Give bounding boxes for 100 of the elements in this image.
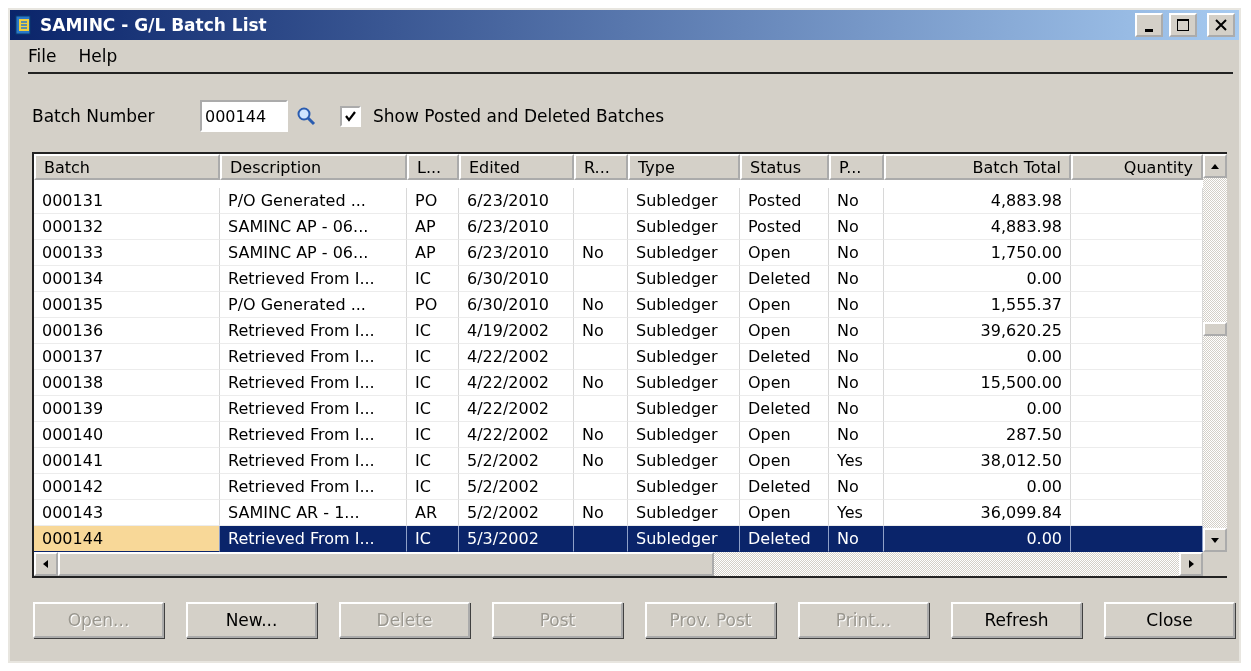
table-cell[interactable]: Posted: [740, 214, 829, 240]
table-cell[interactable]: 000136: [34, 318, 220, 344]
table-cell[interactable]: 15,500.00: [884, 370, 1071, 396]
table-cell[interactable]: Retrieved From I...: [220, 474, 407, 500]
table-cell[interactable]: [1071, 500, 1203, 526]
table-cell[interactable]: IC: [407, 448, 459, 474]
table-cell[interactable]: 000141: [34, 448, 220, 474]
table-cell[interactable]: 0.00: [884, 474, 1071, 500]
table-cell[interactable]: Open: [740, 292, 829, 318]
table-cell[interactable]: No: [829, 526, 884, 552]
table-cell[interactable]: Subledger: [628, 422, 740, 448]
table-cell[interactable]: [1071, 318, 1203, 344]
table-cell[interactable]: 000131: [34, 188, 220, 214]
vertical-scrollbar[interactable]: [1203, 154, 1227, 552]
close-button[interactable]: [1207, 13, 1235, 37]
table-cell[interactable]: SAMINC AR - 1...: [220, 500, 407, 526]
table-cell[interactable]: No: [574, 422, 628, 448]
table-cell[interactable]: 5/2/2002: [459, 500, 574, 526]
column-header[interactable]: L...: [407, 154, 459, 180]
search-icon[interactable]: [296, 106, 316, 126]
maximize-button[interactable]: [1169, 13, 1197, 37]
table-cell[interactable]: 287.50: [884, 422, 1071, 448]
table-cell[interactable]: 0.00: [884, 266, 1071, 292]
table-cell[interactable]: Retrieved From I...: [220, 344, 407, 370]
table-cell[interactable]: No: [829, 188, 884, 214]
column-header[interactable]: R...: [574, 154, 628, 180]
table-cell[interactable]: 6/23/2010: [459, 214, 574, 240]
table-cell[interactable]: 36,099.84: [884, 500, 1071, 526]
table-cell[interactable]: 000142: [34, 474, 220, 500]
column-header[interactable]: Batch Total: [884, 154, 1071, 180]
table-cell[interactable]: 000134: [34, 266, 220, 292]
table-cell[interactable]: 4,883.98: [884, 214, 1071, 240]
table-cell[interactable]: 39,620.25: [884, 318, 1071, 344]
table-cell[interactable]: 4/22/2002: [459, 422, 574, 448]
table-cell[interactable]: [1071, 344, 1203, 370]
table-cell[interactable]: IC: [407, 396, 459, 422]
scroll-thumb[interactable]: [58, 552, 714, 576]
table-cell[interactable]: Subledger: [628, 318, 740, 344]
table-cell[interactable]: [1071, 188, 1203, 214]
table-cell[interactable]: Retrieved From I...: [220, 370, 407, 396]
table-cell[interactable]: Open: [740, 500, 829, 526]
table-cell[interactable]: Open: [740, 448, 829, 474]
table-cell[interactable]: 5/2/2002: [459, 474, 574, 500]
table-cell[interactable]: [1071, 292, 1203, 318]
table-cell[interactable]: IC: [407, 318, 459, 344]
table-cell[interactable]: Deleted: [740, 474, 829, 500]
table-cell[interactable]: [574, 344, 628, 370]
horizontal-scrollbar[interactable]: [34, 552, 1203, 576]
table-cell[interactable]: 000144: [34, 526, 220, 552]
table-cell[interactable]: [1071, 474, 1203, 500]
table-cell[interactable]: Open: [740, 422, 829, 448]
table-cell[interactable]: 6/23/2010: [459, 188, 574, 214]
table-cell[interactable]: Posted: [740, 188, 829, 214]
table-cell[interactable]: No: [574, 370, 628, 396]
table-cell[interactable]: Open: [740, 318, 829, 344]
table-cell[interactable]: IC: [407, 422, 459, 448]
table-cell[interactable]: 1,555.37: [884, 292, 1071, 318]
table-cell[interactable]: P/O Generated ...: [220, 292, 407, 318]
table-cell[interactable]: 1,750.00: [884, 240, 1071, 266]
table-cell[interactable]: Retrieved From I...: [220, 422, 407, 448]
table-cell[interactable]: Retrieved From I...: [220, 318, 407, 344]
table-cell[interactable]: [1071, 266, 1203, 292]
table-cell[interactable]: 4/19/2002: [459, 318, 574, 344]
table-cell[interactable]: AR: [407, 500, 459, 526]
table-cell[interactable]: PO: [407, 292, 459, 318]
table-cell[interactable]: P/O Generated ...: [220, 188, 407, 214]
table-cell[interactable]: Retrieved From I...: [220, 526, 407, 552]
column-header[interactable]: P...: [829, 154, 884, 180]
table-cell[interactable]: [574, 188, 628, 214]
table-cell[interactable]: Subledger: [628, 292, 740, 318]
table-cell[interactable]: Yes: [829, 448, 884, 474]
table-cell[interactable]: AP: [407, 240, 459, 266]
table-cell[interactable]: [1071, 240, 1203, 266]
table-cell[interactable]: Subledger: [628, 344, 740, 370]
table-cell[interactable]: No: [574, 318, 628, 344]
table-cell[interactable]: No: [829, 318, 884, 344]
table-cell[interactable]: 4/22/2002: [459, 370, 574, 396]
scroll-thumb[interactable]: [1203, 322, 1227, 336]
table-cell[interactable]: 0.00: [884, 396, 1071, 422]
minimize-button[interactable]: [1135, 13, 1163, 37]
table-cell[interactable]: 000143: [34, 500, 220, 526]
table-cell[interactable]: No: [829, 396, 884, 422]
table-cell[interactable]: No: [574, 292, 628, 318]
action-button[interactable]: New...: [186, 602, 317, 638]
table-cell[interactable]: Subledger: [628, 370, 740, 396]
table-cell[interactable]: 4/22/2002: [459, 396, 574, 422]
table-cell[interactable]: No: [574, 448, 628, 474]
table-cell[interactable]: Deleted: [740, 526, 829, 552]
table-cell[interactable]: 5/3/2002: [459, 526, 574, 552]
table-cell[interactable]: [574, 474, 628, 500]
table-cell[interactable]: Retrieved From I...: [220, 266, 407, 292]
table-cell[interactable]: 000137: [34, 344, 220, 370]
column-header[interactable]: Quantity: [1071, 154, 1203, 180]
table-cell[interactable]: Yes: [829, 500, 884, 526]
table-cell[interactable]: Retrieved From I...: [220, 396, 407, 422]
table-cell[interactable]: Subledger: [628, 188, 740, 214]
table-cell[interactable]: Subledger: [628, 474, 740, 500]
batch-number-field[interactable]: 000144: [200, 100, 288, 132]
table-cell[interactable]: Subledger: [628, 266, 740, 292]
table-cell[interactable]: Deleted: [740, 266, 829, 292]
